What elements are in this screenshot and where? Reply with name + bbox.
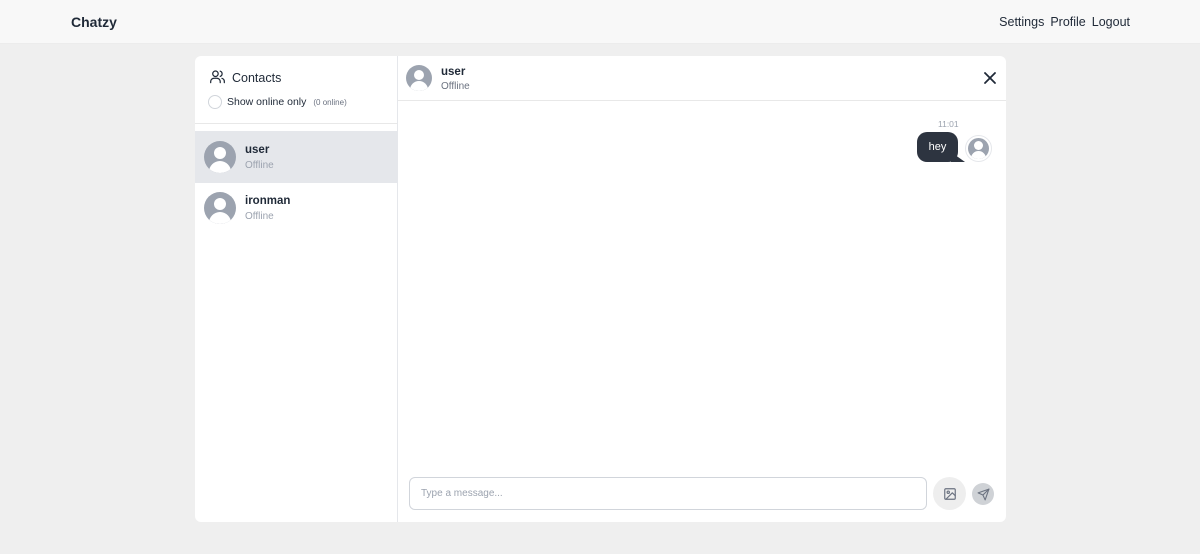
- chat-panel: user Offline 11:01 hey: [398, 56, 1006, 522]
- chat-card: Contacts Show online only (0 online) use…: [195, 56, 1006, 522]
- chat-contact-status: Offline: [441, 81, 470, 92]
- image-icon: [943, 487, 956, 500]
- profile-link[interactable]: Profile: [1050, 15, 1085, 29]
- top-navbar: Chatzy Settings Profile Logout: [0, 0, 1200, 44]
- contact-status: Offline: [245, 160, 274, 171]
- app-brand[interactable]: Chatzy: [71, 14, 117, 30]
- show-online-checkbox[interactable]: [208, 95, 222, 109]
- message-timestamp: 11:01: [938, 119, 959, 129]
- contact-item-ironman[interactable]: ironman Offline: [195, 182, 397, 234]
- chat-header: user Offline: [398, 56, 1006, 101]
- close-chat-button[interactable]: [982, 70, 998, 86]
- message-bubble-tail: [951, 152, 965, 162]
- contacts-title: Contacts: [209, 69, 281, 87]
- chat-contact-name: user: [441, 66, 466, 78]
- user-avatar-icon: [968, 138, 989, 159]
- online-count: (0 online): [313, 97, 347, 107]
- top-nav: Settings Profile Logout: [999, 15, 1130, 29]
- contact-name: ironman: [245, 195, 291, 207]
- attach-image-button[interactable]: [933, 477, 966, 510]
- close-icon: [984, 72, 996, 84]
- user-avatar-icon: [204, 141, 236, 173]
- contacts-title-label: Contacts: [232, 71, 282, 85]
- send-icon: [977, 488, 989, 500]
- sender-avatar: [965, 135, 992, 162]
- contact-item-user[interactable]: user Offline: [195, 131, 397, 183]
- users-icon: [209, 69, 226, 87]
- user-avatar-icon: [204, 192, 236, 224]
- settings-link[interactable]: Settings: [999, 15, 1044, 29]
- show-online-toggle[interactable]: Show online only (0 online): [208, 95, 347, 109]
- logout-link[interactable]: Logout: [1092, 15, 1130, 29]
- user-avatar-icon: [406, 65, 432, 91]
- contact-status: Offline: [245, 211, 274, 222]
- contacts-sidebar: Contacts Show online only (0 online) use…: [195, 56, 398, 522]
- contact-name: user: [245, 144, 270, 156]
- message-input[interactable]: [409, 477, 927, 510]
- show-online-label: Show online only: [227, 96, 307, 108]
- contacts-header: Contacts Show online only (0 online): [195, 56, 397, 124]
- send-button[interactable]: [972, 483, 994, 505]
